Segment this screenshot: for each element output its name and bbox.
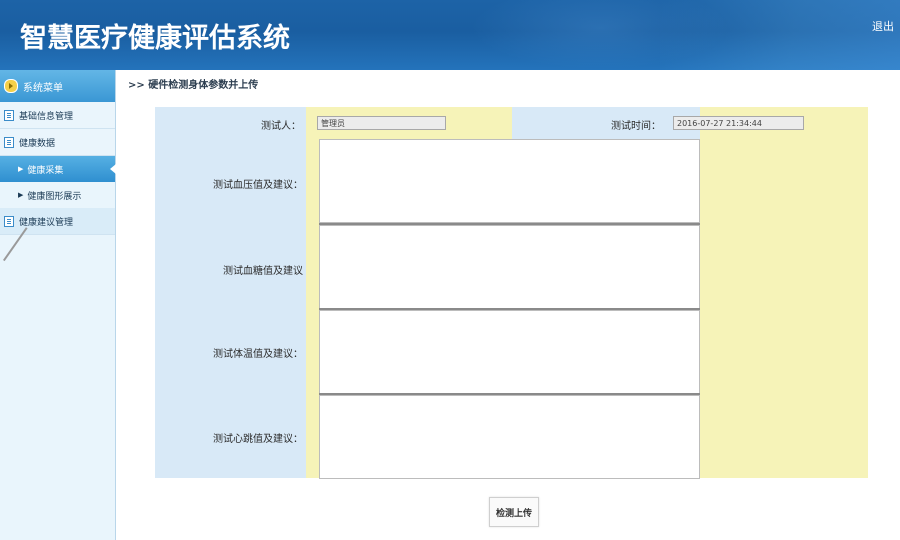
sidebar-item-health-chart[interactable]: ▶ 健康图形展示 [0,182,115,208]
sidebar-item-health-collect[interactable]: ▶ 健康采集 [0,156,116,182]
sidebar: 系统菜单 基础信息管理 健康数据 ▶ 健康采集 ▶ 健康图形展示 健康建议管理 [0,70,116,540]
label-column [155,107,306,478]
tester-label: 测试人： [261,121,301,132]
heart-rate-textarea[interactable] [319,395,700,479]
detect-upload-button[interactable]: 检测上传 [489,497,539,527]
tester-input[interactable] [317,116,446,130]
breadcrumb: >> 硬件检测身体参数并上传 [128,80,259,91]
triangle-right-icon: ▶ [18,165,24,173]
document-icon [4,109,14,121]
menu-bullet-icon [4,79,18,93]
app-title: 智慧医疗健康评估系统 [20,23,290,54]
sidebar-group-label: 健康数据 [19,138,56,149]
sidebar-group-label: 基础信息管理 [19,111,74,122]
blood-sugar-label: 测试血糖值及建议 [223,266,303,277]
sidebar-menu-header: 系统菜单 [0,70,115,102]
menu-title: 系统菜单 [23,82,63,94]
test-time-label: 测试时间： [611,121,661,132]
sidebar-group-advice-manage[interactable]: 健康建议管理 [0,208,115,235]
sidebar-group-label: 健康建议管理 [19,217,74,228]
top-header: 智慧医疗健康评估系统 退出 [0,0,900,70]
logout-link[interactable]: 退出 [872,18,894,34]
sidebar-group-health-data[interactable]: 健康数据 [0,129,115,156]
blood-pressure-label: 测试血压值及建议： [213,180,303,191]
heart-rate-label: 测试心跳值及建议： [213,434,303,445]
header-glow [470,0,730,70]
blood-sugar-textarea[interactable] [319,225,700,309]
blood-pressure-textarea[interactable] [319,139,700,223]
body-temperature-label: 测试体温值及建议： [213,349,303,360]
sidebar-item-label: 健康图形展示 [27,191,82,202]
edit-icon [4,136,14,148]
form-panel: 测试人： 测试时间： 测试血压值及建议： 测试血糖值及建议 测试体温值及建议： … [155,107,868,479]
triangle-right-icon: ▶ [18,191,24,199]
edit-icon [4,215,14,227]
sidebar-group-basic-info[interactable]: 基础信息管理 [0,102,115,129]
test-time-input[interactable] [673,116,804,130]
sidebar-item-label: 健康采集 [27,165,64,176]
body-temperature-textarea[interactable] [319,310,700,394]
